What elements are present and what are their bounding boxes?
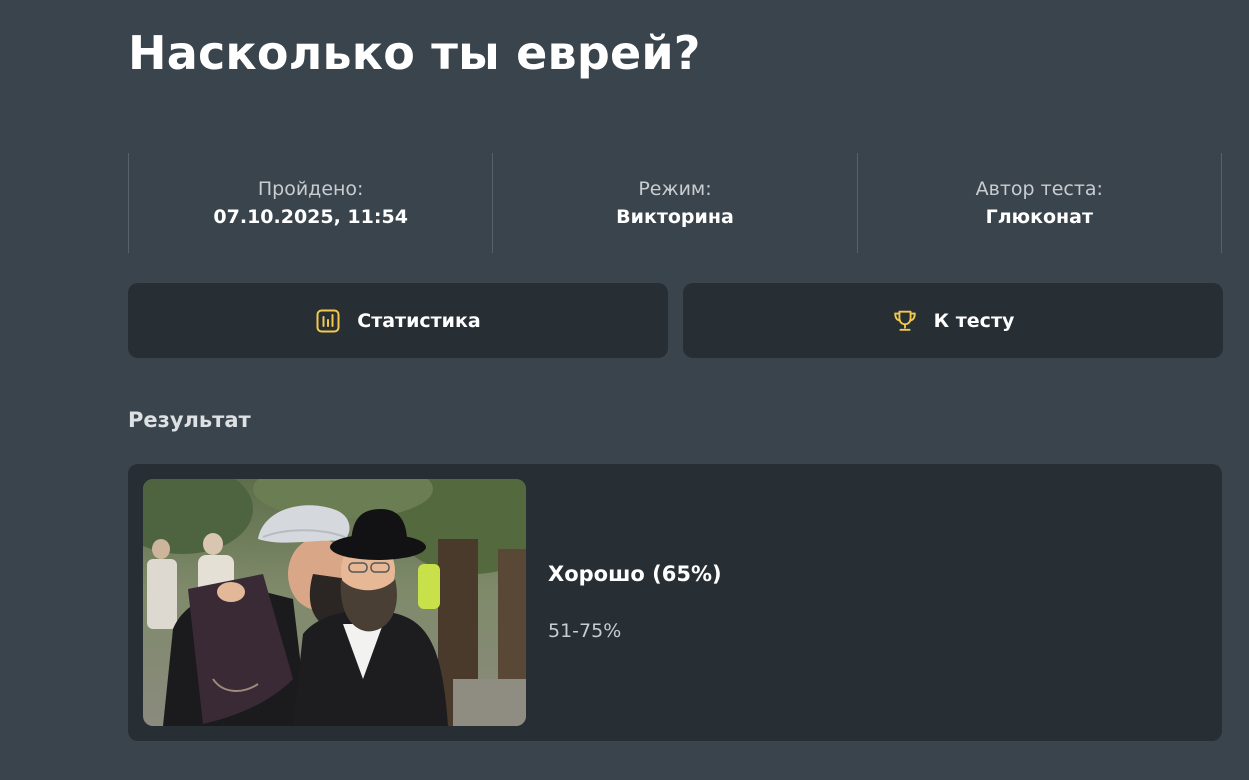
to-test-button[interactable]: К тесту	[683, 283, 1223, 358]
page-title: Насколько ты еврей?	[128, 26, 701, 80]
quiz-meta-row: Пройдено: 07.10.2025, 11:54 Режим: Викто…	[128, 153, 1222, 253]
meta-mode-label: Режим:	[638, 178, 712, 200]
page: Насколько ты еврей? Пройдено: 07.10.2025…	[0, 0, 1249, 780]
action-buttons: Статистика К тесту	[128, 283, 1223, 358]
result-photo	[143, 479, 526, 726]
meta-mode-value: Викторина	[616, 206, 734, 228]
meta-author-value: Глюконат	[985, 206, 1094, 228]
result-range: 51-75%	[548, 620, 622, 642]
meta-completed: Пройдено: 07.10.2025, 11:54	[128, 153, 492, 253]
statistics-button-label: Статистика	[357, 309, 481, 332]
result-card: Хорошо (65%) 51-75%	[128, 464, 1222, 741]
meta-mode: Режим: Викторина	[492, 153, 856, 253]
to-test-button-label: К тесту	[933, 309, 1015, 332]
bar-chart-icon	[315, 308, 341, 334]
result-title: Хорошо (65%)	[548, 562, 722, 586]
result-section-title: Результат	[128, 408, 251, 432]
meta-author: Автор теста: Глюконат	[856, 153, 1222, 253]
meta-completed-label: Пройдено:	[257, 178, 364, 200]
meta-author-label: Автор теста:	[975, 178, 1103, 200]
statistics-button[interactable]: Статистика	[128, 283, 668, 358]
trophy-icon	[892, 308, 918, 334]
meta-completed-value: 07.10.2025, 11:54	[213, 206, 408, 228]
